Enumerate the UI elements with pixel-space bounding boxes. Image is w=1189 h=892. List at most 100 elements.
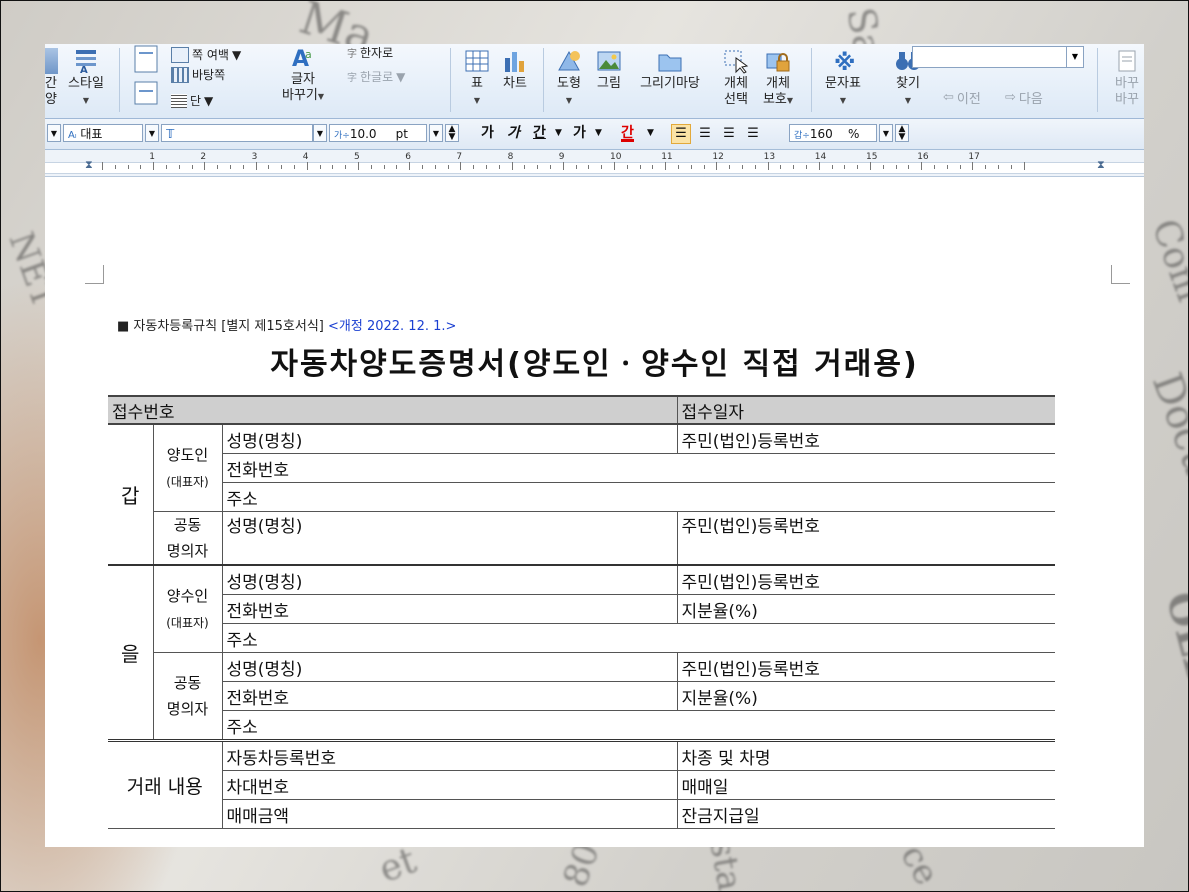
replace-button[interactable]: 바꾸 바꾸 — [1107, 48, 1144, 108]
object-select-label-2: 선택 — [724, 92, 748, 107]
co-owner-text-2: 명의자 — [166, 542, 209, 560]
seller-reg-no-label[interactable]: 주민(법인)등록번호 — [676, 423, 1055, 454]
car-type-label[interactable]: 차종 및 차명 — [676, 739, 1055, 771]
cut-button[interactable]: 간 양 — [45, 48, 61, 108]
cursor-select-icon — [724, 50, 749, 74]
strikethrough-button[interactable]: 가 — [573, 124, 586, 142]
buyer-share-label[interactable]: 지분율(%) — [676, 594, 1055, 624]
chevron-down-icon[interactable]: ▼ — [47, 124, 61, 142]
align-right-button[interactable]: ☰ — [743, 124, 763, 144]
buyer-address-label[interactable]: 주소 — [221, 623, 1055, 653]
char-table-button[interactable]: ※ 문자표 ▼ — [819, 48, 867, 109]
chevron-down-icon[interactable]: ▼ — [595, 124, 602, 142]
chevron-down-icon[interactable]: ▼ — [1066, 47, 1083, 67]
find-prev-button[interactable]: ⇦ 이전 — [943, 88, 981, 107]
paragraph-style-icon: Aₗ — [68, 130, 77, 141]
balance-date-label[interactable]: 잔금지급일 — [676, 799, 1055, 829]
stepper-icon[interactable]: ▲ ▼ — [895, 124, 909, 142]
chevron-down-icon[interactable]: ▼ — [879, 124, 893, 142]
background-page-button[interactable]: 바탕쪽 — [171, 66, 225, 83]
seller-name-label[interactable]: 성명(명칭) — [221, 423, 677, 454]
hangul-button[interactable]: 字 한글로 ▼ — [347, 68, 405, 85]
find-next-button[interactable]: ⇨ 다음 — [1005, 88, 1043, 107]
line-spacing-input[interactable]: 갑÷160 % — [789, 124, 877, 142]
ruler-tick — [946, 165, 948, 169]
table-button[interactable]: 표 ▼ — [459, 48, 495, 109]
table-row: 거래 내용 자동차등록번호 차종 및 차명 — [108, 739, 1055, 829]
hangul-icon: 字 — [347, 73, 357, 84]
vin-label[interactable]: 차대번호 — [221, 770, 677, 800]
cut-label: 간 — [45, 76, 57, 91]
page-margin-button[interactable]: 쪽 여백 ▼ — [171, 46, 241, 63]
seller-address-label[interactable]: 주소 — [221, 482, 1055, 512]
table-icon — [465, 50, 489, 72]
stepper-icon[interactable]: ▲ ▼ — [445, 124, 459, 142]
revision-note: <개정 2022. 12. 1.> — [328, 319, 457, 334]
font-color-button[interactable]: 간 — [621, 124, 634, 142]
chevron-down-icon[interactable]: ▼ — [145, 124, 159, 142]
buyer-reg-no-label[interactable]: 주민(법인)등록번호 — [676, 564, 1055, 595]
seller-co-name-label[interactable]: 성명(명칭) — [221, 511, 677, 566]
find-input[interactable]: ▼ — [912, 46, 1084, 68]
style-select[interactable]: Aₗ 대표 — [63, 124, 143, 142]
ruler-tick — [882, 165, 884, 169]
chart-button[interactable]: 차트 — [497, 48, 533, 92]
seller-rep-text: (대표자) — [166, 474, 209, 489]
chevron-down-icon[interactable]: ▼ — [429, 124, 443, 142]
ruler-number: 7 — [456, 152, 463, 162]
shape-button[interactable]: 도형 ▼ — [551, 48, 587, 109]
char-change-button[interactable]: Aa 글자 바꾸기▼ — [281, 44, 325, 105]
ruler-tick — [191, 165, 193, 169]
style-button[interactable]: A 스타일 ▼ — [61, 48, 111, 109]
buyer-co-address-label[interactable]: 주소 — [221, 710, 1055, 741]
italic-button[interactable]: 가 — [507, 124, 520, 142]
chart-label: 차트 — [503, 76, 527, 91]
buyer-phone-label[interactable]: 전화번호 — [221, 594, 677, 624]
align-left-button[interactable]: ☰ — [695, 124, 715, 144]
seller-co-reg-no-label[interactable]: 주민(법인)등록번호 — [676, 511, 1055, 566]
indent-marker-icon[interactable]: ⧗ — [85, 158, 93, 172]
drawing-button[interactable]: 그리기마당 — [633, 48, 707, 92]
chevron-down-icon[interactable]: ▼ — [313, 124, 327, 142]
ruler-tick — [921, 162, 923, 170]
buyer-name-label[interactable]: 성명(명칭) — [221, 564, 677, 595]
hanja-button[interactable]: 字 한자로 — [347, 44, 393, 61]
car-reg-no-label[interactable]: 자동차등록번호 — [221, 739, 677, 771]
hanja-icon: 字 — [347, 49, 357, 60]
ruler-number: 9 — [558, 152, 565, 162]
align-center-button[interactable]: ☰ — [719, 124, 739, 144]
page-layout-button[interactable] — [127, 44, 167, 79]
buyer-co-share-label[interactable]: 지분율(%) — [676, 681, 1055, 711]
ruler-tick — [934, 165, 935, 169]
bold-button[interactable]: 가 — [481, 124, 494, 142]
object-select-button[interactable]: 개체 선택 — [717, 48, 755, 108]
ruler-tick — [178, 165, 180, 169]
ruler-tick — [422, 165, 423, 169]
ruler-tick — [857, 165, 859, 169]
ruler-number: 6 — [405, 152, 411, 162]
receipt-date-label: 접수일자 — [676, 395, 1055, 425]
underline-button[interactable]: 간 — [533, 124, 546, 142]
buyer-co-phone-label[interactable]: 전화번호 — [221, 681, 677, 711]
horizontal-ruler[interactable]: ⧗ ⧗ 1 2 3 4 5 6 7 8 9 10 11 12 13 14 15 16 17 — [45, 150, 1144, 177]
chevron-down-icon[interactable]: ▼ — [647, 124, 654, 142]
document-page[interactable]: ■ 자동차등록규칙 [별지 제15호서식] <개정 2022. 12. 1.> … — [45, 177, 1144, 847]
chevron-down-icon[interactable]: ▼ — [555, 124, 562, 142]
column-button[interactable]: 단 ▼ — [171, 92, 213, 109]
page-setup-button[interactable] — [127, 80, 167, 111]
align-justify-button[interactable]: ☰ — [671, 124, 691, 144]
picture-button[interactable]: 그림 — [591, 48, 627, 92]
seller-phone-label[interactable]: 전화번호 — [221, 453, 1055, 483]
ruler-tick — [562, 162, 564, 170]
sale-amount-label[interactable]: 매매금액 — [221, 799, 677, 829]
buyer-co-reg-no-label[interactable]: 주민(법인)등록번호 — [676, 652, 1055, 682]
font-select[interactable]: 𝕋 — [161, 124, 313, 142]
buyer-co-name-label[interactable]: 성명(명칭) — [221, 652, 677, 682]
font-size-input[interactable]: 가÷10.0 pt — [329, 124, 427, 142]
right-indent-marker-icon[interactable]: ⧗ — [1097, 158, 1105, 172]
ruler-tick — [332, 165, 334, 169]
sale-date-label[interactable]: 매매일 — [676, 770, 1055, 800]
co-owner-text-2: 명의자 — [166, 700, 209, 718]
line-spacing-unit: % — [848, 127, 860, 141]
object-protect-button[interactable]: 개체 보호▼ — [757, 48, 799, 109]
